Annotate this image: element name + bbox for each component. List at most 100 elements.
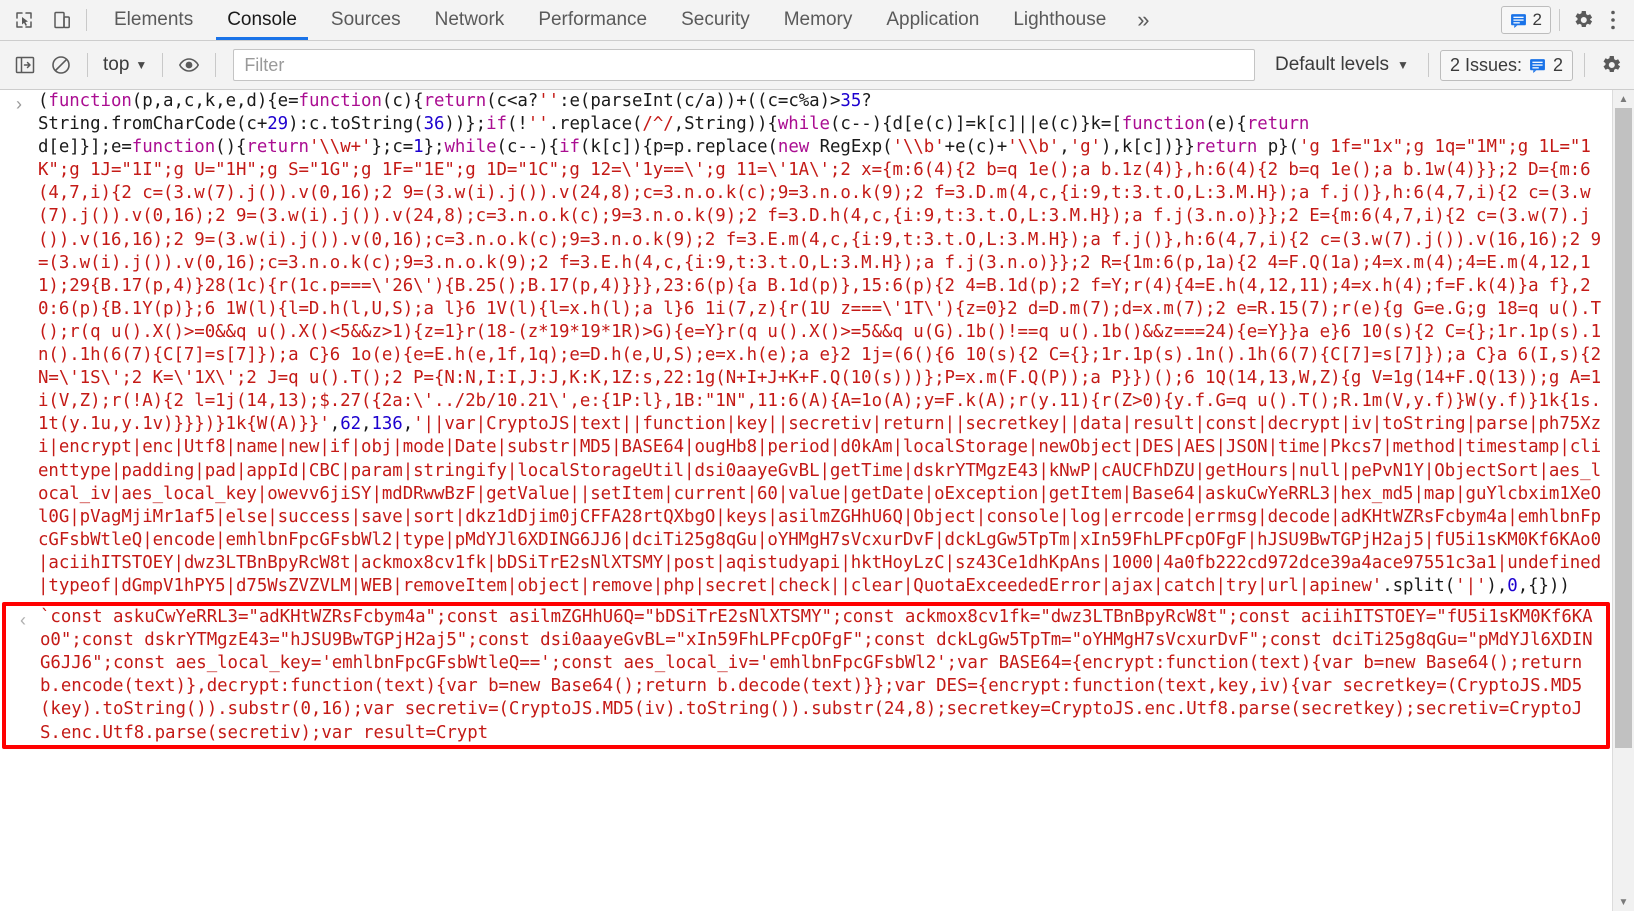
- issues-count-badge[interactable]: 2: [1500, 6, 1551, 34]
- code-token: ,: [361, 414, 372, 435]
- console-settings-gear-icon[interactable]: [1596, 50, 1626, 80]
- code-token: function: [131, 137, 216, 158]
- scroll-up-arrow-icon[interactable]: ▲: [1613, 90, 1634, 108]
- code-token: if: [486, 114, 507, 135]
- tab-lighthouse[interactable]: Lighthouse: [996, 0, 1123, 40]
- code-token: /^/: [642, 114, 674, 135]
- console-result-entry[interactable]: ‹ `const askuCwYeRRL3="adKHtWZRsFcbym4a"…: [2, 602, 1610, 749]
- tab-label: Network: [434, 9, 505, 30]
- filter-placeholder-text: Filter: [244, 54, 285, 75]
- settings-gear-icon[interactable]: [1568, 5, 1598, 35]
- more-tabs-button[interactable]: »: [1123, 0, 1163, 40]
- tab-performance[interactable]: Performance: [521, 0, 664, 40]
- more-options-kebab-icon[interactable]: [1602, 5, 1624, 35]
- code-token: (c--){d[e(c)]=k[c]||e(c)}k=[: [829, 114, 1122, 135]
- code-token: };: [423, 137, 445, 158]
- devtools-window: Elements Console Sources Network Perform…: [0, 0, 1634, 911]
- console-filter-input[interactable]: Filter: [233, 49, 1255, 81]
- code-token: (: [38, 91, 49, 111]
- code-token: '\\b': [892, 137, 945, 158]
- tabbar-divider: [86, 9, 87, 31]
- code-token: 'g 1f="1x";g 1q="1M";g 1L="1K";g 1J="1I"…: [38, 137, 1612, 435]
- code-token: 136: [371, 414, 403, 435]
- toolbar-divider-5: [1584, 53, 1585, 77]
- issues-button[interactable]: 2 Issues: 2: [1439, 49, 1573, 81]
- scroll-down-arrow-icon[interactable]: ▼: [1613, 893, 1634, 911]
- console-input-echo-entry[interactable]: › (function(p,a,c,k,e,d){e=function(c){r…: [0, 90, 1612, 598]
- input-entry-body: (function(p,a,c,k,e,d){e=function(c){ret…: [38, 90, 1612, 598]
- console-scroll-area[interactable]: › (function(p,a,c,k,e,d){e=function(c){r…: [0, 90, 1612, 911]
- code-token: 0: [1507, 575, 1518, 596]
- code-token: ,: [329, 414, 341, 435]
- code-token: (c--){: [496, 137, 560, 158]
- scrollbar-thumb[interactable]: [1615, 108, 1632, 748]
- live-expression-eye-icon[interactable]: [174, 50, 204, 80]
- issues-button-label: 2 Issues:: [1449, 54, 1522, 75]
- tabbar-left-icons: [0, 0, 82, 40]
- code-token: :e(parseInt(c/a))+((c=c%a)>: [559, 91, 841, 111]
- console-toolbar: top ▼ Filter Default levels ▼ 2 Issues: …: [0, 41, 1634, 90]
- tab-elements[interactable]: Elements: [97, 0, 210, 40]
- clear-console-icon[interactable]: [46, 50, 76, 80]
- code-token: p}(: [1257, 137, 1299, 158]
- execution-context-selector[interactable]: top ▼: [99, 54, 151, 76]
- device-toolbar-icon[interactable]: [48, 6, 76, 34]
- tab-network[interactable]: Network: [418, 0, 522, 40]
- code-token: 29: [267, 114, 289, 135]
- code-token: while: [444, 137, 497, 158]
- code-token: .split(: [1382, 575, 1456, 596]
- code-token: ,: [1059, 137, 1070, 158]
- code-token: return: [1194, 137, 1258, 158]
- tab-label: Memory: [783, 9, 853, 30]
- code-token: (!: [506, 114, 528, 135]
- code-token: if: [559, 137, 580, 158]
- message-icon: [1529, 57, 1546, 74]
- tab-security[interactable]: Security: [664, 0, 767, 40]
- code-token: return: [423, 91, 487, 111]
- code-token: .replace(: [548, 114, 643, 135]
- code-token: '': [527, 114, 549, 135]
- result-arrow-icon: ‹: [6, 606, 40, 745]
- code-token: ,String)){: [673, 114, 778, 135]
- tab-application[interactable]: Application: [869, 0, 996, 40]
- code-token: 62: [340, 414, 362, 435]
- code-token: (p,a,c,k,e,d){e=: [131, 91, 299, 111]
- code-token: (c){: [381, 91, 424, 111]
- code-token: function: [48, 91, 132, 111]
- code-token: };c=: [371, 137, 414, 158]
- code-token: ,{})): [1517, 575, 1570, 596]
- toolbar-divider-1: [87, 53, 88, 77]
- log-level-label: Default levels: [1274, 54, 1390, 75]
- code-token: '\\w+': [308, 137, 372, 158]
- log-level-selector[interactable]: Default levels ▼: [1267, 54, 1417, 76]
- scrollbar-track[interactable]: [1613, 108, 1634, 893]
- code-token: ))};: [444, 114, 487, 135]
- inspect-element-icon[interactable]: [10, 6, 38, 34]
- code-token: new: [777, 137, 810, 158]
- tab-memory[interactable]: Memory: [767, 0, 870, 40]
- chevron-right-double-icon: »: [1137, 7, 1150, 32]
- devtools-tabbar: Elements Console Sources Network Perform…: [0, 0, 1634, 41]
- tab-sources[interactable]: Sources: [314, 0, 418, 40]
- console-sidebar-toggle-icon[interactable]: [10, 50, 40, 80]
- code-token: function: [298, 91, 382, 111]
- tabbar-right-controls: 2: [1500, 0, 1634, 40]
- chevron-down-icon: ▼: [1397, 58, 1409, 72]
- toolbar-divider-3: [215, 53, 217, 77]
- tab-label: Security: [681, 9, 750, 30]
- console-result-string: `const askuCwYeRRL3="adKHtWZRsFcbym4a";c…: [40, 607, 1593, 743]
- code-token: return: [1246, 114, 1310, 135]
- console-input-source-code: (function(p,a,c,k,e,d){e=function(c){ret…: [38, 90, 1602, 598]
- code-token: function: [1121, 114, 1206, 135]
- code-token: ),: [1486, 575, 1508, 596]
- code-token: +e(c)+: [944, 137, 1008, 158]
- code-token: ),k[c])}}: [1100, 137, 1195, 158]
- tab-console[interactable]: Console: [210, 0, 314, 40]
- input-expand-arrow-icon[interactable]: ›: [0, 90, 38, 598]
- code-token: (k[c]){p=p.replace(: [579, 137, 778, 158]
- tab-label: Sources: [330, 9, 401, 30]
- issues-button-count: 2: [1552, 54, 1563, 75]
- console-vertical-scrollbar[interactable]: ▲ ▼: [1612, 90, 1634, 911]
- code-token: d[e]}];e=: [38, 137, 132, 158]
- tabbar-right-divider: [1559, 9, 1560, 31]
